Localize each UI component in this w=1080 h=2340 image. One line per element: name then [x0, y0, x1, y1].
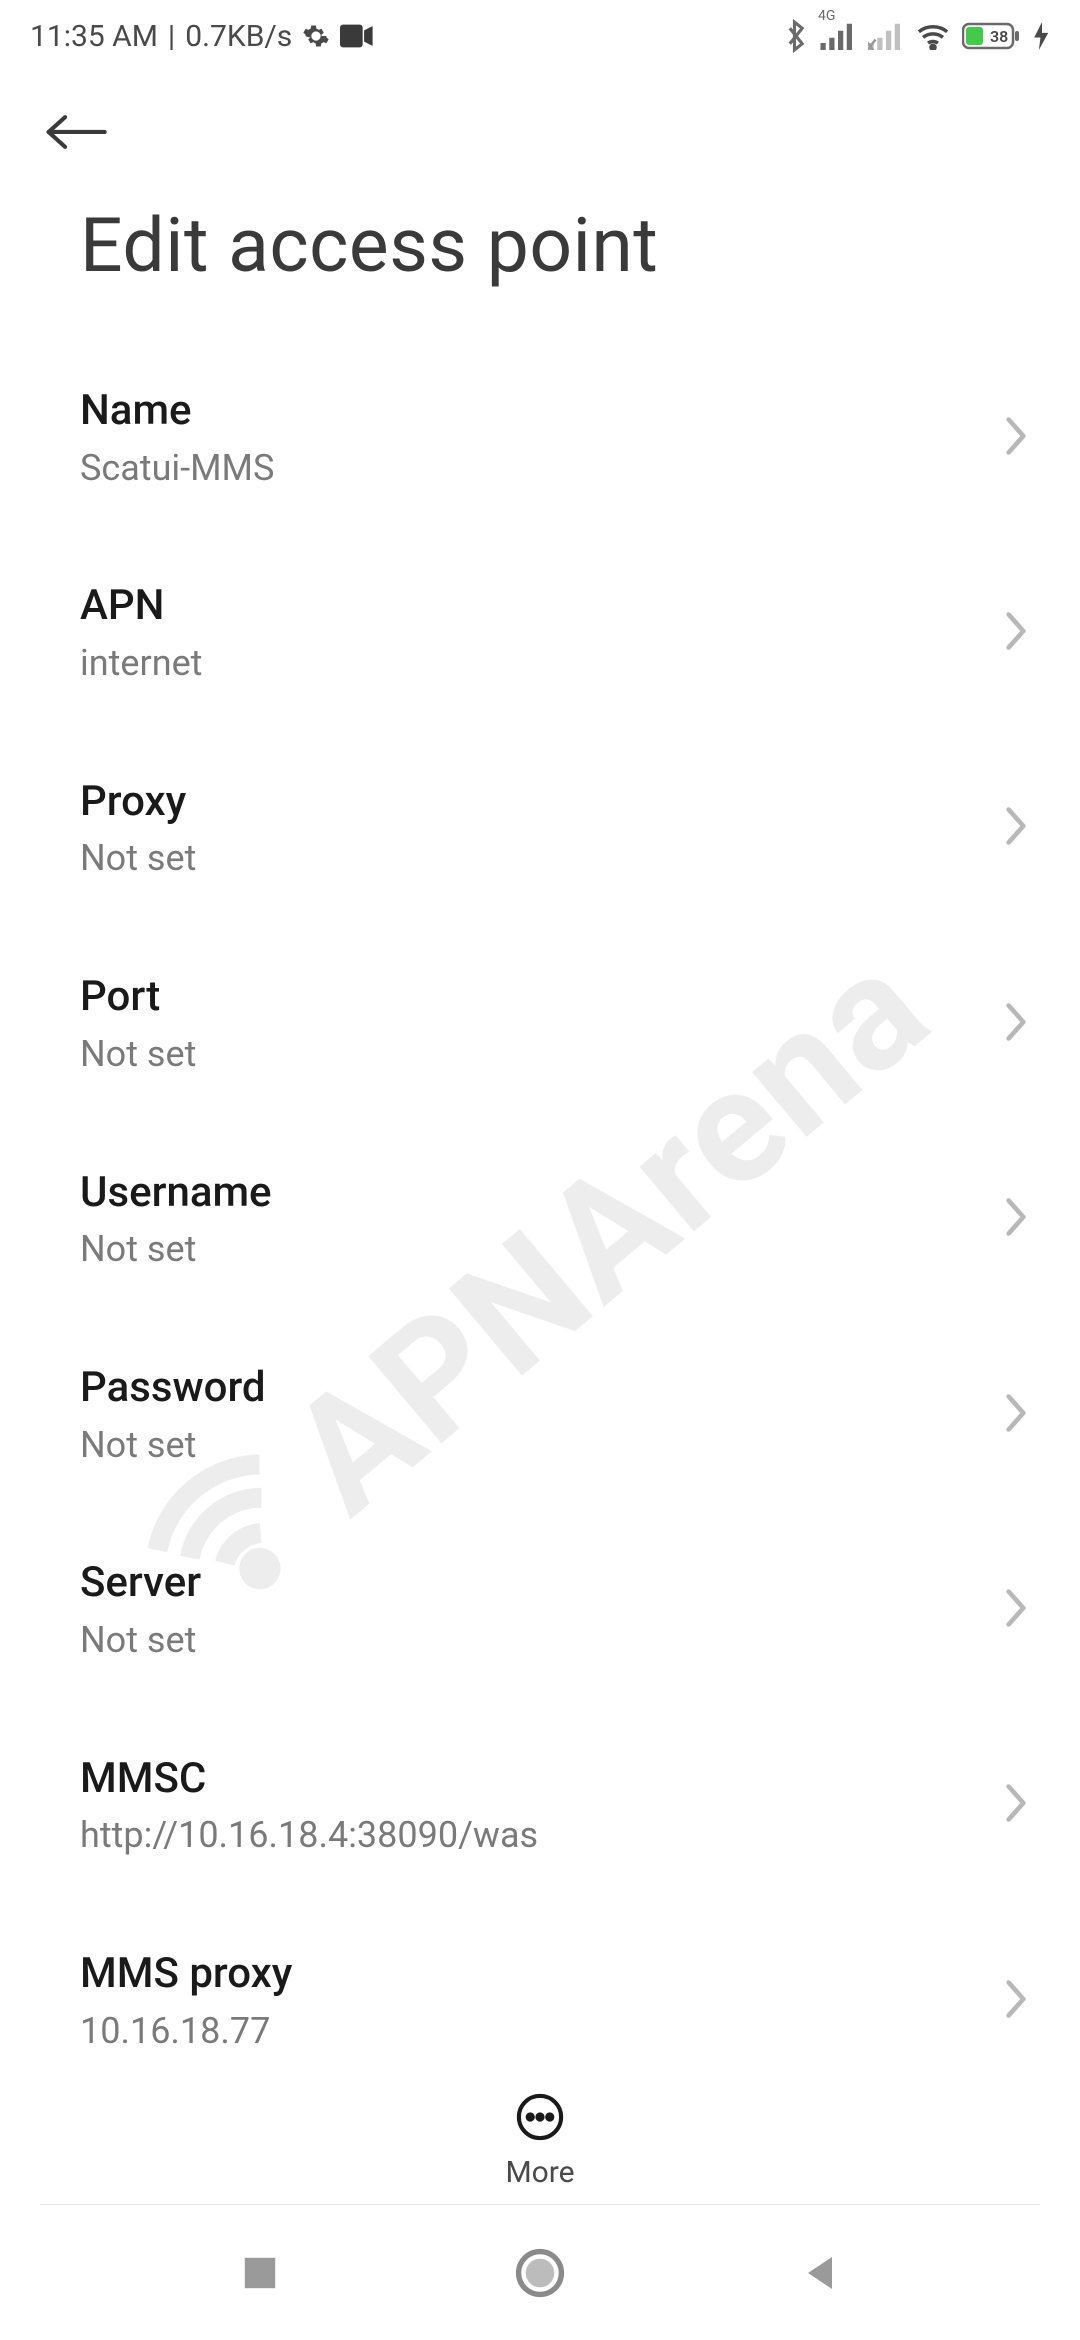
setting-label: Password: [80, 1361, 940, 1416]
chevron-right-icon: [1002, 1391, 1030, 1439]
camera-icon: [340, 24, 374, 48]
chevron-right-icon: [1002, 414, 1030, 462]
setting-row-name[interactable]: Name Scatui-MMS: [80, 340, 1000, 535]
setting-label: Server: [80, 1556, 940, 1611]
setting-label: Port: [80, 970, 940, 1025]
chevron-right-icon: [1002, 609, 1030, 657]
setting-value: Not set: [80, 835, 940, 882]
setting-label: APN: [80, 579, 940, 634]
chevron-right-icon: [1002, 804, 1030, 852]
wifi-icon: [916, 22, 950, 50]
setting-row-username[interactable]: Username Not set: [80, 1122, 1000, 1317]
status-net-speed: 0.7KB/s: [185, 19, 292, 54]
setting-row-mms-proxy[interactable]: MMS proxy 10.16.18.77: [80, 1903, 1000, 2098]
page-title-wrap: Edit access point: [0, 192, 1080, 340]
status-left: 11:35 AM | 0.7KB/s: [30, 19, 374, 54]
setting-row-port[interactable]: Port Not set: [80, 926, 1000, 1121]
chevron-right-icon: [1002, 1000, 1030, 1048]
status-right: 4G 38: [784, 19, 1050, 53]
setting-value: internet: [80, 640, 940, 687]
page-title: Edit access point: [80, 202, 1000, 290]
setting-label: Username: [80, 1166, 940, 1221]
setting-row-password[interactable]: Password Not set: [80, 1317, 1000, 1512]
setting-label: Name: [80, 384, 940, 439]
setting-label: MMSC: [80, 1752, 940, 1807]
svg-text:38: 38: [990, 27, 1008, 46]
setting-value: 10.16.18.77: [80, 2008, 940, 2055]
chevron-right-icon: [1002, 1586, 1030, 1634]
setting-value: Scatui-MMS: [80, 445, 940, 492]
setting-value: Not set: [80, 1031, 940, 1078]
chevron-right-icon: [1002, 1977, 1030, 2025]
status-bar: 11:35 AM | 0.7KB/s 4G: [0, 0, 1080, 72]
chevron-right-icon: [1002, 1195, 1030, 1243]
setting-value: Not set: [80, 1617, 940, 1664]
back-button[interactable]: [40, 97, 110, 167]
toolbar: [0, 72, 1080, 192]
setting-value: http://10.16.18.4:38090/was: [80, 1812, 940, 1859]
arrow-left-icon: [42, 109, 108, 155]
charging-icon: [1034, 22, 1050, 50]
setting-label: Proxy: [80, 775, 940, 830]
signal-4g-icon: 4G: [820, 22, 856, 50]
battery-icon: 38: [962, 21, 1022, 51]
bluetooth-icon: [784, 19, 808, 53]
setting-value: Not set: [80, 1422, 940, 1469]
gear-icon: [302, 22, 330, 50]
setting-row-mmsc[interactable]: MMSC http://10.16.18.4:38090/was: [80, 1708, 1000, 1903]
setting-row-proxy[interactable]: Proxy Not set: [80, 731, 1000, 926]
settings-list-scroll[interactable]: APNArena NameScatui-MMSAPNinternetProxyN…: [0, 340, 1080, 2260]
status-sep: |: [168, 19, 175, 54]
setting-row-apn[interactable]: APN internet: [80, 535, 1000, 730]
settings-list: NameScatui-MMSAPNinternetProxyNot setPor…: [0, 340, 1080, 2099]
signal-nosim-icon: [868, 22, 904, 50]
setting-row-server[interactable]: Server Not set: [80, 1512, 1000, 1707]
status-time: 11:35 AM: [30, 19, 158, 54]
setting-value: Not set: [80, 1226, 940, 1273]
setting-label: MMS proxy: [80, 1947, 940, 2002]
chevron-right-icon: [1002, 1781, 1030, 1829]
